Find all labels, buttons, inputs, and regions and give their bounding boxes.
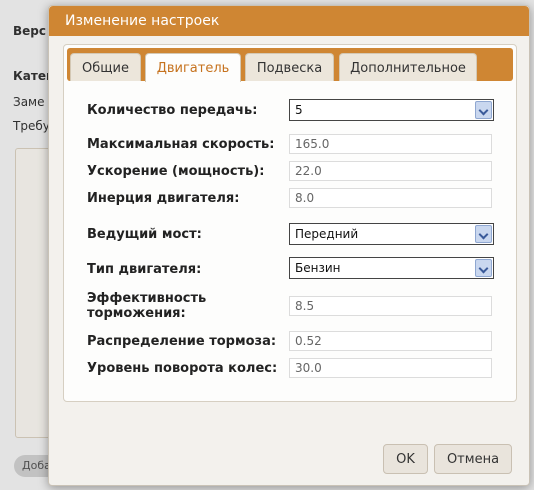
chevron-down-icon[interactable] [475, 101, 492, 119]
acceleration-input[interactable] [289, 161, 492, 181]
max-speed-label: Максимальная скорость: [87, 137, 275, 152]
ok-button[interactable]: OK [383, 444, 428, 474]
gears-value: 5 [295, 103, 303, 117]
drive-axle-select[interactable]: Передний [289, 223, 494, 245]
dialog-title: Изменение настроек [65, 13, 220, 29]
chevron-down-icon[interactable] [475, 225, 492, 243]
engine-type-label: Тип двигателя: [87, 262, 202, 277]
engine-type-value: Бензин [295, 261, 341, 275]
cancel-button[interactable]: Отмена [434, 444, 512, 474]
gears-select[interactable]: 5 [289, 99, 494, 121]
brake-efficiency-label-line1: Эффективность [87, 291, 207, 306]
chevron-down-icon[interactable] [475, 259, 492, 277]
max-speed-input[interactable] [289, 134, 492, 154]
tab-content-panel: Общие Двигатель Подвеска Дополнительное … [63, 44, 517, 402]
engine-settings-form: Количество передачь: 5 Максимальная скор… [64, 45, 516, 401]
dialog-titlebar[interactable]: Изменение настроек [49, 6, 529, 36]
inertia-input[interactable] [289, 188, 492, 208]
brake-distribution-input[interactable] [289, 331, 492, 351]
drive-axle-value: Передний [295, 227, 359, 241]
acceleration-label: Ускорение (мощность): [87, 164, 265, 179]
steering-label: Уровень поворота колес: [87, 361, 278, 376]
inertia-label: Инерция двигателя: [87, 191, 240, 206]
brake-efficiency-input[interactable] [289, 296, 492, 316]
gears-label: Количество передачь: [87, 103, 258, 118]
engine-type-select[interactable]: Бензин [289, 257, 494, 279]
brake-distribution-label: Распределение тормоза: [87, 334, 277, 349]
drive-axle-label: Ведущий мост: [87, 227, 202, 242]
brake-efficiency-label-line2: торможения: [87, 306, 186, 321]
settings-dialog: Изменение настроек Общие Двигатель Подве… [48, 5, 530, 486]
steering-input[interactable] [289, 358, 492, 378]
